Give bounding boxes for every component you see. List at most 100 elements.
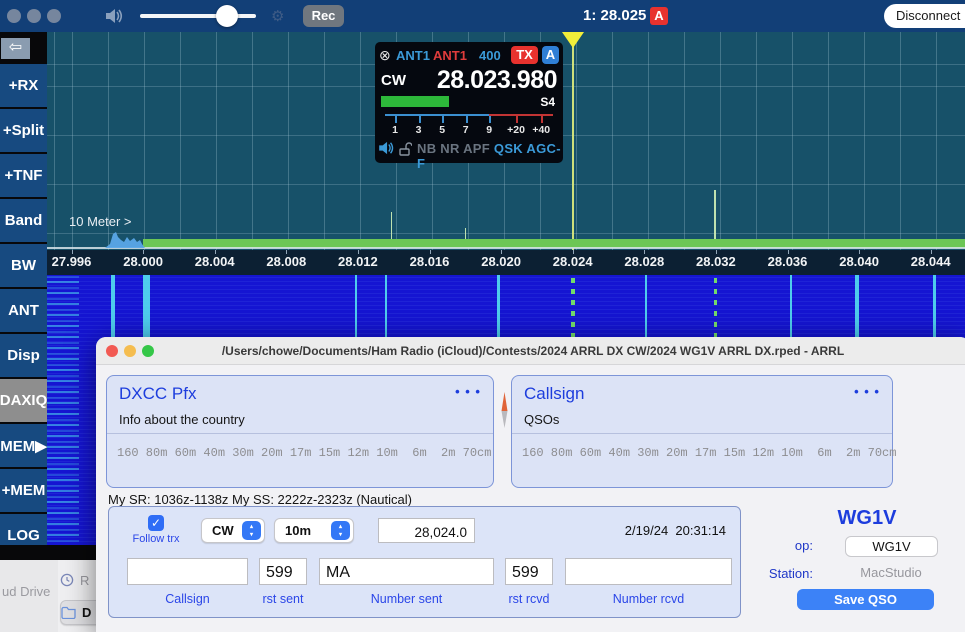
band-summary-row: 160 80m 60m 40m 30m 20m 17m 15m 12m 10m … <box>117 446 491 460</box>
freq-tick <box>573 250 574 254</box>
dsp-flags[interactable]: NB NR APF QSK AGC-F <box>417 141 563 171</box>
volume-slider[interactable] <box>140 14 256 18</box>
waterfall-noise <box>47 275 79 558</box>
rst-rcvd-field[interactable] <box>505 558 553 585</box>
freq-tick-label: 28.012 <box>338 254 378 269</box>
speaker-icon <box>106 8 125 24</box>
meter-tick <box>516 116 518 123</box>
ellipsis-menu-icon[interactable]: • • • <box>455 384 481 399</box>
frequency-scale[interactable]: 27.996 28.000 28.004 28.008 28.012 28.01… <box>47 250 965 275</box>
lock-open-icon[interactable] <box>399 142 412 156</box>
frequency-readout[interactable]: 28.023.980 <box>437 66 557 95</box>
meter-tick <box>395 116 397 123</box>
gear-icon[interactable]: ⚙ <box>271 7 284 25</box>
meter-tick-label: +40 <box>532 124 550 136</box>
sidebar-item-mem[interactable]: MEM▶ <box>0 424 47 467</box>
sidebar-item-daxiq[interactable]: DAXIQ <box>0 379 47 422</box>
panel-divider <box>107 433 493 434</box>
freq-tick <box>788 250 789 254</box>
sdr-toolbar: ⚙ Rec 1: 28.025 A Disconnect <box>0 0 965 32</box>
freq-tick-label: 28.032 <box>696 254 736 269</box>
panel-title[interactable]: DXCC Pfx <box>119 384 196 404</box>
slice-frequency-label: 1: 28.025 <box>583 7 646 24</box>
station-value: MacStudio <box>816 565 965 580</box>
sidebar-item-disp[interactable]: Disp <box>0 334 47 377</box>
logger-titlebar[interactable]: /Users/chowe/Documents/Ham Radio (iCloud… <box>96 337 965 365</box>
window-control-dot[interactable] <box>7 9 21 23</box>
rx-antenna-label[interactable]: ANT1 <box>396 48 430 63</box>
clock-icon <box>60 573 74 587</box>
follow-trx-label: Follow trx <box>117 533 195 545</box>
s-meter-scale: 1 3 5 7 9 +20 +40 <box>385 114 553 144</box>
finder-list: R D <box>58 560 96 632</box>
meter-tick-label: 3 <box>416 124 422 136</box>
meter-tick-label: 1 <box>392 124 398 136</box>
freq-tick-label: 28.040 <box>839 254 879 269</box>
freq-tick-label: 28.036 <box>768 254 808 269</box>
spectrum-baseline <box>47 247 965 249</box>
rst-sent-field[interactable] <box>259 558 307 585</box>
logger-window: /Users/chowe/Documents/Ham Radio (iCloud… <box>96 337 965 632</box>
panel-divider <box>512 433 892 434</box>
follow-trx-checkbox[interactable]: ✓ <box>148 515 164 531</box>
s-meter-value: S4 <box>540 95 555 109</box>
spectrum-peaks <box>105 228 145 248</box>
sidebar-item-add-split[interactable]: +Split <box>0 109 47 152</box>
stepper-icon[interactable]: ▴ ▾ <box>331 521 350 540</box>
meter-tick <box>489 116 491 123</box>
record-button[interactable]: Rec <box>303 5 344 27</box>
slice-flag-panel[interactable]: ⊗ ANT1 ANT1 400 TX A CW 28.023.980 S4 1 … <box>375 42 563 163</box>
freq-tick-label: 28.044 <box>911 254 951 269</box>
volume-slider-knob[interactable] <box>216 5 238 27</box>
audio-speaker-icon[interactable] <box>379 141 396 155</box>
band-select[interactable]: 10m ▴ ▾ <box>274 518 354 543</box>
panel-title[interactable]: Callsign <box>524 384 584 404</box>
meter-tick <box>419 116 421 123</box>
spectrum-display[interactable]: 10 Meter > ⊗ ANT1 ANT1 400 TX A CW 28.02… <box>47 32 965 250</box>
freq-tick-label: 28.008 <box>266 254 306 269</box>
sidebar-item-ant[interactable]: ANT <box>0 289 47 332</box>
freq-tick-label: 28.024 <box>553 254 593 269</box>
tx-antenna-label[interactable]: ANT1 <box>433 48 467 63</box>
window-control-dot[interactable] <box>47 9 61 23</box>
mode-select[interactable]: CW ▴ ▾ <box>201 518 265 543</box>
finder-sidebar-item[interactable]: ud Drive <box>2 584 50 599</box>
freq-tick <box>358 250 359 254</box>
callsign-label: Callsign <box>127 592 248 606</box>
band-select-value: 10m <box>285 523 311 538</box>
save-qso-button[interactable]: Save QSO <box>797 589 934 610</box>
op-field[interactable]: WG1V <box>845 536 938 557</box>
freq-tick <box>644 250 645 254</box>
stepper-icon[interactable]: ▴ ▾ <box>242 521 261 540</box>
meter-tick-label: 7 <box>463 124 469 136</box>
close-icon[interactable]: ⊗ <box>379 47 391 64</box>
sidebar-item-band[interactable]: Band <box>0 199 47 242</box>
meter-tick <box>442 116 444 123</box>
sidebar-item-add-mem[interactable]: +MEM <box>0 469 47 512</box>
flags-off-label[interactable]: NB NR APF <box>417 141 490 156</box>
freq-tick <box>716 250 717 254</box>
number-sent-label: Number sent <box>319 592 494 606</box>
frequency-field[interactable] <box>378 518 475 543</box>
band-label[interactable]: 10 Meter > <box>69 214 132 229</box>
finder-item-label: R <box>80 573 89 588</box>
finder-item-label: D <box>82 605 91 620</box>
pointer-needle-icon <box>500 392 509 430</box>
tuning-marker-icon[interactable] <box>562 32 584 48</box>
mode-label[interactable]: CW <box>381 72 406 89</box>
sidebar-item-bw[interactable]: BW <box>0 244 47 287</box>
sidebar-item-add-rx[interactable]: +RX <box>0 64 47 107</box>
meter-tick-label: +20 <box>507 124 525 136</box>
window-control-dot[interactable] <box>27 9 41 23</box>
ellipsis-menu-icon[interactable]: • • • <box>854 384 880 399</box>
freq-tick <box>501 250 502 254</box>
disconnect-button[interactable]: Disconnect <box>884 4 965 28</box>
sidebar-item-add-tnf[interactable]: +TNF <box>0 154 47 197</box>
number-sent-field[interactable] <box>319 558 494 585</box>
s-meter-bar <box>381 96 449 107</box>
back-arrow-button[interactable]: ⇦ <box>1 38 30 59</box>
sunrise-sunset-label: My SR: 1036z-1138z My SS: 2222z-2323z (N… <box>108 492 412 507</box>
power-label[interactable]: 400 <box>479 48 501 63</box>
meter-tick <box>466 116 468 123</box>
callsign-field[interactable] <box>127 558 248 585</box>
